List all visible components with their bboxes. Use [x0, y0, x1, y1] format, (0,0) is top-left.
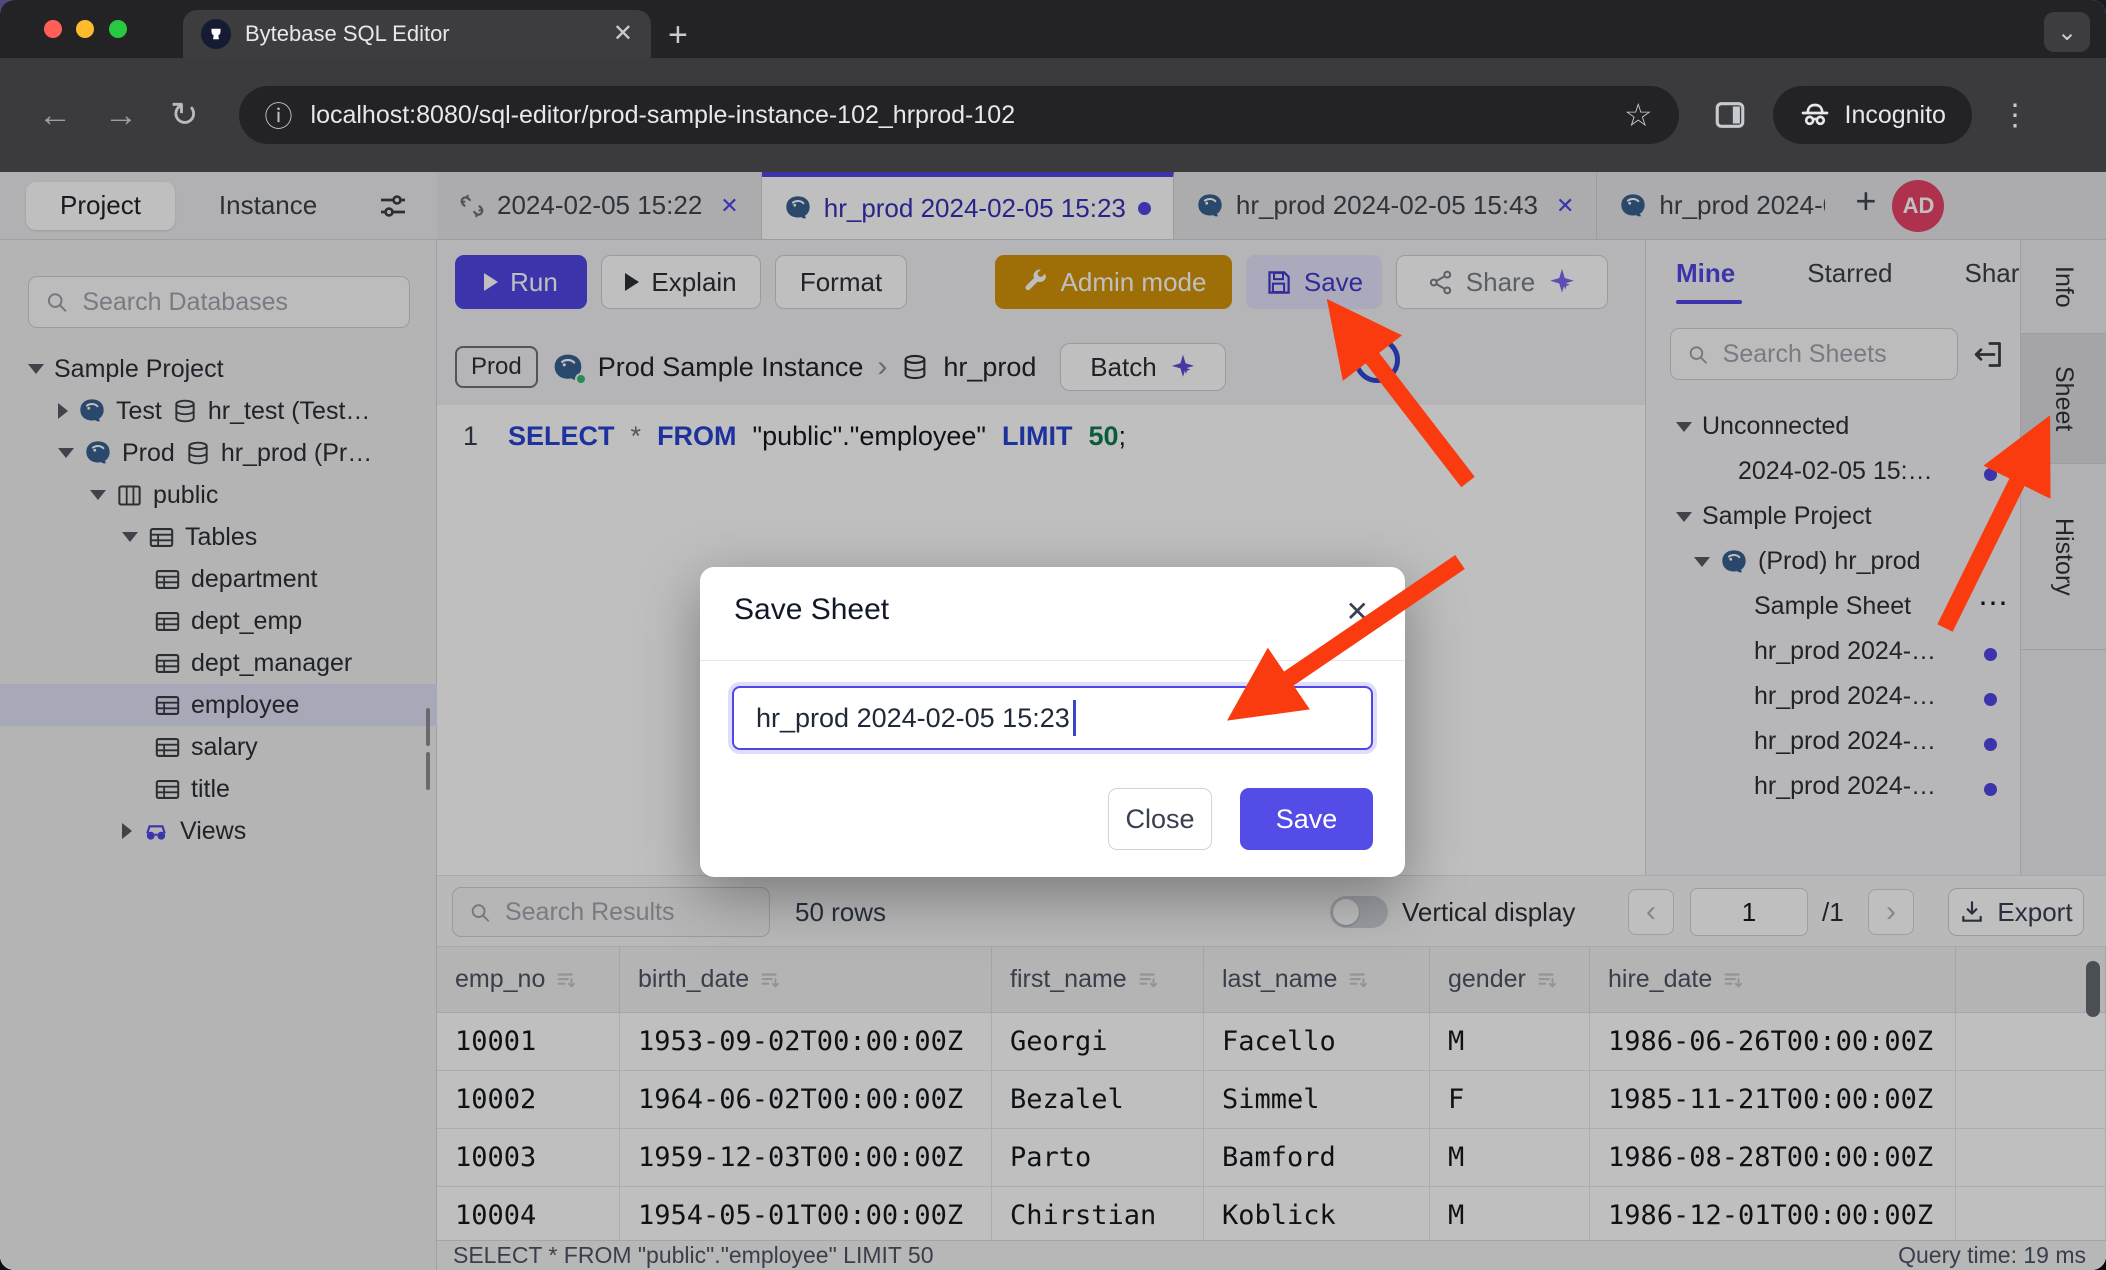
sheet-name-input[interactable]: hr_prod 2024-02-05 15:23 — [732, 686, 1373, 750]
chevron-down-icon: ⌄ — [2057, 18, 2077, 47]
modal-title: Save Sheet — [734, 593, 889, 627]
bytebase-favicon-icon — [201, 19, 231, 49]
tab-search-button[interactable]: ⌄ — [2044, 12, 2090, 52]
browser-menu-icon[interactable]: ⋮ — [2000, 98, 2030, 133]
browser-tab[interactable]: Bytebase SQL Editor ✕ — [183, 10, 651, 58]
screenshot-window: Bytebase SQL Editor ✕ + ⌄ ← → ↻ ⓘ localh… — [0, 0, 2106, 1270]
close-tab-icon[interactable]: ✕ — [613, 22, 633, 46]
address-bar[interactable]: ⓘ localhost:8080/sql-editor/prod-sample-… — [239, 86, 1679, 144]
modal-save-button[interactable]: Save — [1240, 788, 1373, 850]
modal-divider — [700, 660, 1405, 661]
reload-button[interactable]: ↻ — [170, 95, 199, 135]
site-info-icon[interactable]: ⓘ — [265, 95, 293, 135]
maximize-window-button[interactable] — [109, 20, 127, 38]
modal-close-button[interactable]: Close — [1108, 788, 1212, 850]
minimize-window-button[interactable] — [76, 20, 94, 38]
new-tab-button[interactable]: + — [668, 16, 688, 55]
back-button[interactable]: ← — [38, 96, 72, 135]
sheet-name-value: hr_prod 2024-02-05 15:23 — [756, 703, 1070, 734]
browser-toolbar: ← → ↻ ⓘ localhost:8080/sql-editor/prod-s… — [0, 58, 2106, 172]
incognito-label: Incognito — [1845, 101, 1946, 130]
url-text[interactable]: localhost:8080/sql-editor/prod-sample-in… — [311, 101, 1624, 130]
text-cursor — [1073, 700, 1076, 736]
close-window-button[interactable] — [44, 20, 62, 38]
save-sheet-modal: Save Sheet ✕ hr_prod 2024-02-05 15:23 Cl… — [700, 567, 1405, 877]
incognito-icon — [1799, 99, 1831, 131]
browser-tab-title: Bytebase SQL Editor — [245, 21, 613, 47]
window-controls[interactable] — [44, 20, 137, 43]
modal-close-icon[interactable]: ✕ — [1346, 595, 1369, 628]
browser-tab-strip: Bytebase SQL Editor ✕ + ⌄ — [0, 0, 2106, 58]
bookmark-star-icon[interactable]: ☆ — [1624, 96, 1653, 134]
side-panel-icon[interactable] — [1713, 98, 1747, 132]
forward-button[interactable]: → — [104, 96, 138, 135]
incognito-badge: Incognito — [1773, 86, 1972, 144]
